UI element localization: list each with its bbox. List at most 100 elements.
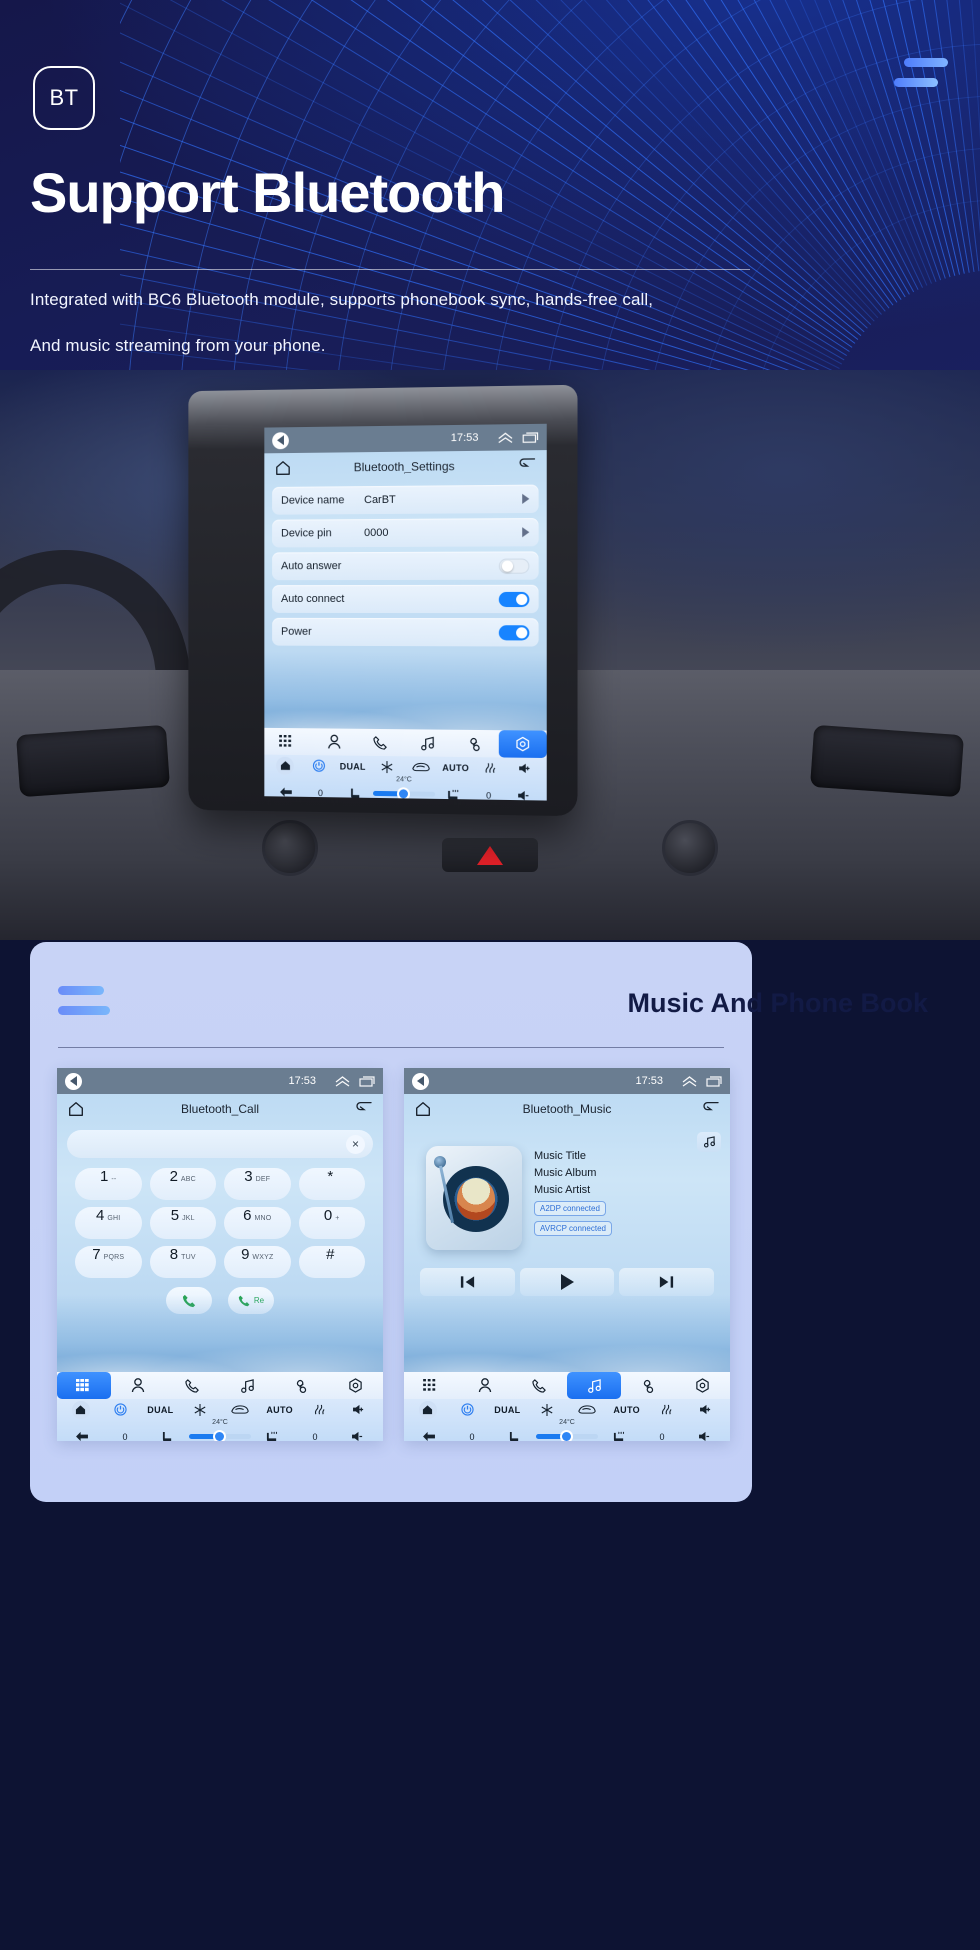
defrost-icon[interactable] bbox=[647, 1404, 687, 1416]
climate-dual-label[interactable]: DUAL bbox=[141, 1405, 181, 1415]
dialpad-key[interactable]: 7 PQRS bbox=[75, 1246, 142, 1278]
dialpad-key[interactable]: 8 TUV bbox=[149, 1246, 216, 1278]
seat-icon[interactable] bbox=[493, 1431, 536, 1442]
close-icon[interactable]: × bbox=[346, 1134, 365, 1154]
dialpad-key[interactable]: 4 GHI bbox=[75, 1207, 142, 1239]
volume-down-icon[interactable] bbox=[507, 790, 543, 801]
back-arrow-icon[interactable] bbox=[408, 1431, 451, 1441]
auto-answer-toggle[interactable] bbox=[498, 558, 530, 574]
dock-item-phone[interactable] bbox=[513, 1372, 567, 1399]
dock-item-link[interactable] bbox=[274, 1372, 328, 1399]
climate-home-button[interactable] bbox=[408, 1400, 448, 1419]
power-icon[interactable] bbox=[101, 1403, 141, 1416]
climate-auto-label[interactable]: AUTO bbox=[260, 1405, 300, 1415]
dialpad-key[interactable]: 3 DEF bbox=[224, 1168, 291, 1200]
dock-item-apps[interactable] bbox=[264, 728, 310, 755]
back-circle-icon[interactable] bbox=[272, 431, 289, 449]
volume-up-icon[interactable] bbox=[686, 1404, 726, 1415]
title-bar: Bluetooth_Call bbox=[57, 1094, 383, 1124]
settings-row-auto-connect[interactable]: Auto connect bbox=[272, 584, 539, 614]
dialpad-key[interactable]: 9 WXYZ bbox=[224, 1246, 291, 1278]
dock-item-phone[interactable] bbox=[357, 729, 404, 757]
climate-dual-label[interactable]: DUAL bbox=[488, 1405, 528, 1415]
hamburger-icon[interactable] bbox=[892, 58, 948, 87]
volume-down-icon[interactable] bbox=[336, 1431, 379, 1441]
fan-slider[interactable] bbox=[189, 1430, 252, 1441]
climate-auto-label[interactable]: AUTO bbox=[607, 1405, 647, 1415]
recirculation-icon[interactable] bbox=[220, 1404, 260, 1415]
defrost-icon[interactable] bbox=[300, 1404, 340, 1416]
volume-up-icon[interactable] bbox=[339, 1404, 379, 1415]
climate-auto-label[interactable]: AUTO bbox=[438, 762, 473, 773]
recents-icon[interactable] bbox=[706, 1075, 722, 1087]
climate-home-button[interactable] bbox=[268, 756, 302, 775]
fan-slider[interactable] bbox=[373, 787, 436, 801]
dialpad-key[interactable]: # bbox=[298, 1246, 365, 1278]
key-number: 4 bbox=[96, 1207, 105, 1224]
seat-icon[interactable] bbox=[146, 1431, 189, 1442]
heated-seat-icon[interactable] bbox=[251, 1431, 294, 1442]
climate-home-button[interactable] bbox=[61, 1400, 101, 1419]
snowflake-icon[interactable] bbox=[370, 760, 404, 773]
panel-hamburger-icon[interactable] bbox=[58, 986, 120, 1015]
heated-seat-icon[interactable] bbox=[435, 788, 471, 800]
recirculation-icon[interactable] bbox=[567, 1404, 607, 1415]
chevron-up-icon[interactable] bbox=[335, 1075, 350, 1087]
volume-down-icon[interactable] bbox=[683, 1431, 726, 1441]
dock-item-music[interactable] bbox=[566, 1372, 622, 1399]
settings-row-power[interactable]: Power bbox=[272, 617, 539, 647]
volume-up-icon[interactable] bbox=[508, 763, 543, 775]
power-icon[interactable] bbox=[448, 1403, 488, 1416]
dock-item-contacts[interactable] bbox=[111, 1372, 165, 1399]
dock-item-settings[interactable] bbox=[676, 1372, 730, 1399]
dialpad-key[interactable]: * bbox=[298, 1168, 365, 1200]
climate-dual-label[interactable]: DUAL bbox=[336, 761, 370, 771]
back-arrow-icon[interactable] bbox=[61, 1431, 104, 1441]
chevron-right-icon[interactable] bbox=[522, 527, 530, 538]
dock-item-contacts[interactable] bbox=[311, 728, 358, 755]
dialpad-key[interactable]: 2 ABC bbox=[149, 1168, 216, 1200]
back-circle-icon[interactable] bbox=[65, 1072, 82, 1090]
chevron-up-icon[interactable] bbox=[682, 1075, 697, 1087]
back-circle-icon[interactable] bbox=[412, 1072, 429, 1090]
snowflake-icon[interactable] bbox=[527, 1403, 567, 1416]
dock-item-apps[interactable] bbox=[57, 1372, 112, 1399]
status-time: 17:53 bbox=[450, 431, 479, 445]
play-button[interactable] bbox=[519, 1268, 615, 1296]
chevron-right-icon[interactable] bbox=[522, 493, 530, 504]
previous-button[interactable] bbox=[420, 1268, 515, 1296]
seat-icon[interactable] bbox=[338, 787, 373, 800]
dialpad-key[interactable]: 6 MNO bbox=[224, 1207, 291, 1239]
fan-slider[interactable] bbox=[536, 1430, 599, 1441]
snowflake-icon[interactable] bbox=[180, 1403, 220, 1416]
auto-connect-toggle[interactable] bbox=[498, 591, 530, 607]
dock-item-settings[interactable] bbox=[329, 1372, 383, 1399]
heated-seat-icon[interactable] bbox=[598, 1431, 641, 1442]
dialpad-key[interactable]: 1 -- bbox=[75, 1168, 142, 1200]
power-icon[interactable] bbox=[302, 759, 336, 772]
settings-row-auto-answer[interactable]: Auto answer bbox=[272, 551, 539, 581]
recents-icon[interactable] bbox=[522, 431, 538, 442]
dock-item-link[interactable] bbox=[451, 730, 499, 758]
dialpad-key[interactable]: 0 + bbox=[298, 1207, 365, 1239]
dock-item-music[interactable] bbox=[220, 1372, 274, 1399]
next-button[interactable] bbox=[619, 1268, 715, 1296]
dock-item-apps[interactable] bbox=[404, 1372, 458, 1399]
recirculation-icon[interactable] bbox=[404, 761, 438, 772]
back-arrow-icon[interactable] bbox=[268, 786, 303, 797]
chevron-up-icon[interactable] bbox=[498, 432, 513, 443]
phone-number-input[interactable]: × bbox=[67, 1130, 373, 1158]
dock-item-contacts[interactable] bbox=[458, 1372, 512, 1399]
defrost-icon[interactable] bbox=[473, 762, 508, 775]
screen-title: Bluetooth_Settings bbox=[353, 459, 455, 475]
settings-row-device-pin[interactable]: Device pin 0000 bbox=[272, 517, 539, 548]
dialpad-key[interactable]: 5 JKL bbox=[149, 1207, 216, 1239]
power-toggle[interactable] bbox=[498, 624, 530, 640]
dock-item-link[interactable] bbox=[621, 1372, 675, 1399]
settings-row-device-name[interactable]: Device name CarBT bbox=[272, 484, 539, 515]
playlist-icon[interactable] bbox=[697, 1132, 721, 1152]
dock-item-music[interactable] bbox=[404, 729, 451, 757]
dock-item-settings[interactable] bbox=[498, 730, 547, 759]
recents-icon[interactable] bbox=[359, 1075, 375, 1087]
dock-item-phone[interactable] bbox=[166, 1372, 220, 1399]
